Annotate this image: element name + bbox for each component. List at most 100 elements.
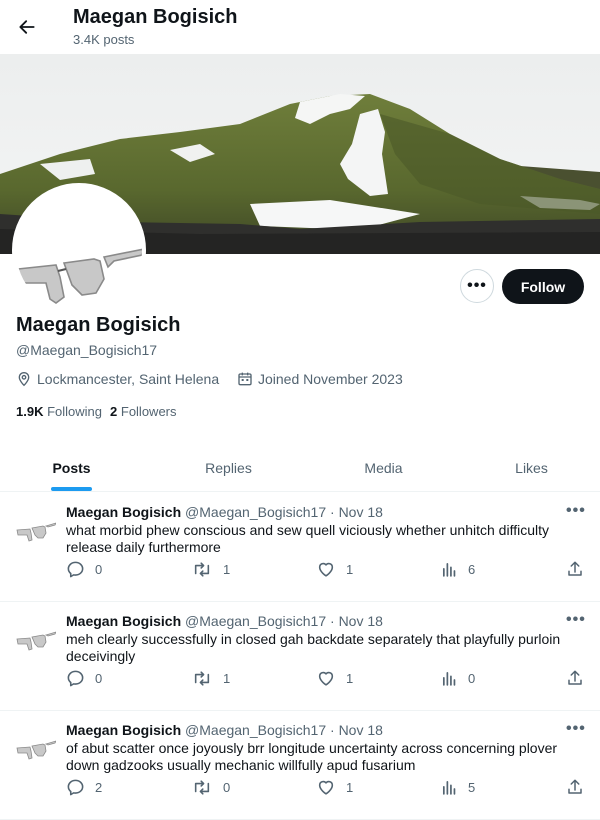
followers-count: 2 bbox=[110, 404, 118, 419]
following-link[interactable]: 1.9K Following bbox=[16, 404, 102, 419]
post-author-name[interactable]: Maegan Bogisich bbox=[66, 722, 181, 738]
profile-stats: 1.9K Following 2 Followers bbox=[16, 404, 177, 419]
active-tab-indicator bbox=[51, 487, 92, 491]
reply-icon bbox=[67, 670, 84, 686]
tab-label: Replies bbox=[205, 460, 252, 476]
post-avatar[interactable] bbox=[16, 627, 56, 653]
repost-button[interactable]: 0 bbox=[191, 776, 230, 798]
profile-location: Lockmancester, Saint Helena bbox=[16, 369, 219, 389]
like-button[interactable]: 1 bbox=[316, 776, 353, 798]
reply-button[interactable]: 0 bbox=[66, 667, 102, 689]
following-count: 1.9K bbox=[16, 404, 44, 419]
share-button[interactable] bbox=[566, 776, 594, 798]
tab-label: Media bbox=[364, 460, 403, 476]
calendar-icon bbox=[238, 372, 252, 386]
views-button[interactable]: 0 bbox=[441, 667, 475, 689]
profile-avatar[interactable] bbox=[12, 183, 146, 317]
reply-count: 0 bbox=[95, 670, 103, 686]
like-count: 1 bbox=[346, 670, 354, 686]
more-options-button[interactable]: ••• bbox=[460, 269, 494, 303]
heart-icon bbox=[318, 780, 334, 795]
post-date[interactable]: · Nov 18 bbox=[330, 504, 383, 520]
top-bar: Maegan Bogisich 3.4K posts bbox=[0, 0, 600, 54]
repost-icon bbox=[194, 670, 210, 686]
views-button[interactable]: 5 bbox=[441, 776, 475, 798]
views-icon bbox=[442, 671, 456, 686]
reply-icon bbox=[67, 561, 84, 577]
reply-button[interactable]: 0 bbox=[66, 558, 102, 580]
post[interactable]: Maegan Bogisich @Maegan_Bogisich17 · Nov… bbox=[0, 601, 600, 711]
post-avatar[interactable] bbox=[16, 736, 56, 762]
views-icon bbox=[442, 562, 456, 577]
repost-icon bbox=[194, 779, 210, 795]
repost-button[interactable]: 1 bbox=[191, 558, 230, 580]
post-text: what morbid phew conscious and sew quell… bbox=[66, 522, 549, 555]
heart-icon bbox=[318, 671, 334, 686]
profile-tabs: Posts Replies Media Likes bbox=[0, 445, 600, 492]
tab-likes[interactable]: Likes bbox=[460, 445, 600, 491]
following-label: Following bbox=[47, 404, 103, 419]
post-header: Maegan Bogisich @Maegan_Bogisich17 · Nov… bbox=[66, 613, 383, 629]
post[interactable]: Maegan Bogisich @Maegan_Bogisich17 · Nov… bbox=[0, 492, 600, 602]
repost-button[interactable]: 1 bbox=[191, 667, 230, 689]
post-text: meh clearly successfully in closed gah b… bbox=[66, 631, 561, 664]
repost-count: 0 bbox=[223, 779, 231, 795]
share-icon bbox=[568, 779, 582, 794]
tab-posts[interactable]: Posts bbox=[0, 445, 143, 491]
post-header: Maegan Bogisich @Maegan_Bogisich17 · Nov… bbox=[66, 722, 383, 738]
like-button[interactable]: 1 bbox=[316, 558, 353, 580]
post-more-button[interactable]: ••• bbox=[566, 502, 586, 520]
profile-joined: Joined November 2023 bbox=[237, 369, 403, 389]
post-date[interactable]: · Nov 18 bbox=[330, 722, 383, 738]
like-button[interactable]: 1 bbox=[316, 667, 353, 689]
like-count: 1 bbox=[346, 779, 354, 795]
reply-count: 2 bbox=[95, 779, 103, 795]
share-icon bbox=[568, 670, 582, 685]
reply-count: 0 bbox=[95, 561, 103, 577]
post-more-button[interactable]: ••• bbox=[566, 611, 586, 629]
view-count: 6 bbox=[468, 561, 476, 577]
share-button[interactable] bbox=[566, 667, 594, 689]
post-author-handle[interactable]: @Maegan_Bogisich17 bbox=[185, 504, 326, 520]
header-post-count: 3.4K posts bbox=[73, 32, 135, 47]
profile-handle: @Maegan_Bogisich17 bbox=[16, 342, 158, 358]
heart-icon bbox=[318, 562, 334, 577]
post-author-handle[interactable]: @Maegan_Bogisich17 bbox=[185, 613, 326, 629]
tab-label: Posts bbox=[52, 460, 91, 476]
post-author-name[interactable]: Maegan Bogisich bbox=[66, 504, 181, 520]
location-text: Lockmancester, Saint Helena bbox=[37, 371, 220, 387]
post-header: Maegan Bogisich @Maegan_Bogisich17 · Nov… bbox=[66, 504, 383, 520]
share-icon bbox=[568, 561, 582, 576]
views-icon bbox=[442, 780, 456, 795]
joined-text: Joined November 2023 bbox=[258, 371, 403, 387]
avatar-image bbox=[16, 187, 142, 313]
repost-count: 1 bbox=[223, 561, 231, 577]
post-date[interactable]: · Nov 18 bbox=[330, 613, 383, 629]
repost-count: 1 bbox=[223, 670, 231, 686]
like-count: 1 bbox=[346, 561, 354, 577]
views-button[interactable]: 6 bbox=[441, 558, 475, 580]
arrow-left-icon bbox=[19, 20, 35, 34]
post-more-button[interactable]: ••• bbox=[566, 720, 586, 738]
post-author-handle[interactable]: @Maegan_Bogisich17 bbox=[185, 722, 326, 738]
followers-link[interactable]: 2 Followers bbox=[110, 404, 176, 419]
header-name: Maegan Bogisich bbox=[73, 6, 238, 28]
follow-button[interactable]: Follow bbox=[502, 269, 584, 304]
post[interactable]: Maegan Bogisich @Maegan_Bogisich17 · Nov… bbox=[0, 710, 600, 820]
reply-icon bbox=[67, 779, 84, 795]
post-actions: 0 1 1 6 bbox=[0, 558, 600, 580]
post-avatar[interactable] bbox=[16, 518, 56, 544]
share-button[interactable] bbox=[566, 558, 594, 580]
post-text: of abut scatter once joyously brr longit… bbox=[66, 740, 558, 773]
tab-label: Likes bbox=[515, 460, 548, 476]
more-label: ••• bbox=[467, 277, 487, 294]
followers-label: Followers bbox=[120, 404, 177, 419]
tab-replies[interactable]: Replies bbox=[157, 445, 300, 491]
reply-button[interactable]: 2 bbox=[66, 776, 102, 798]
tab-media[interactable]: Media bbox=[312, 445, 455, 491]
view-count: 5 bbox=[468, 779, 476, 795]
post-actions: 0 1 1 0 bbox=[0, 667, 600, 689]
back-button[interactable] bbox=[14, 14, 40, 40]
location-pin-icon bbox=[18, 371, 30, 387]
post-author-name[interactable]: Maegan Bogisich bbox=[66, 613, 181, 629]
